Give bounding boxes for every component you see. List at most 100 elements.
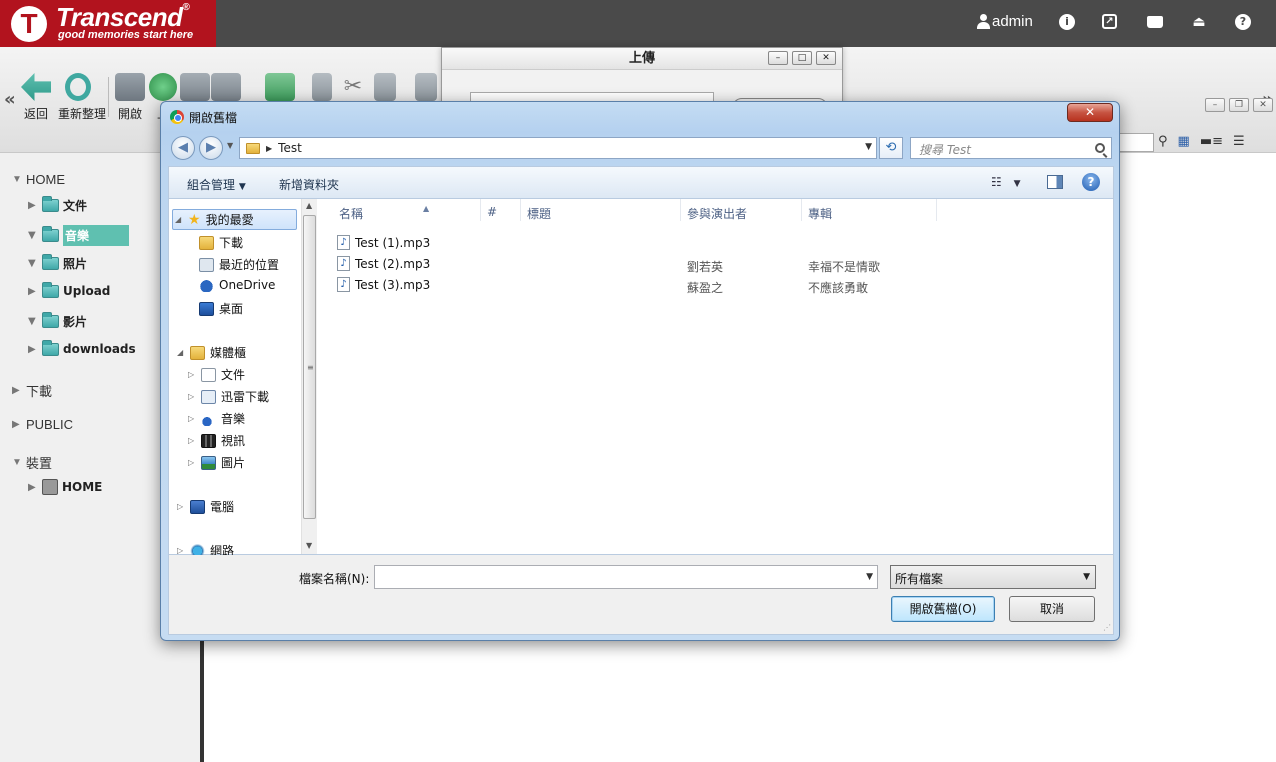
address-dropdown-icon[interactable]: ▼: [865, 142, 872, 152]
detail-view-icon[interactable]: ☰: [1233, 134, 1245, 149]
file-artist: 蘇盈之: [687, 281, 724, 295]
panel-restore-button[interactable]: ❐: [1229, 98, 1249, 112]
tree-section-devices[interactable]: ▼ 裝置: [12, 453, 52, 472]
breadcrumb-current[interactable]: Test: [278, 141, 302, 155]
breadcrumb-chevron-icon[interactable]: ▶: [266, 144, 272, 153]
address-bar[interactable]: ▶ Test ▼: [239, 137, 877, 159]
nav-lib-videos[interactable]: ▷ 視訊: [188, 432, 245, 449]
dialog-close-button[interactable]: ✕: [1067, 103, 1113, 122]
transcend-logo[interactable]: T Transcend® good memories start here: [0, 0, 216, 47]
column-separator[interactable]: [936, 199, 937, 221]
column-header-name[interactable]: 名稱 ▲: [339, 204, 429, 222]
column-header-artist[interactable]: 參與演出者: [687, 205, 747, 222]
search-input[interactable]: 搜尋 Test: [910, 137, 1112, 159]
scrollbar-thumb[interactable]: ≡: [303, 215, 316, 519]
tree-folder-downloads[interactable]: ▶ downloads: [28, 339, 136, 356]
cancel-button[interactable]: 取消: [1009, 596, 1095, 622]
column-header-title[interactable]: 標題: [527, 205, 551, 222]
panel-minimize-button[interactable]: –: [1205, 98, 1225, 112]
file-search-input[interactable]: [1118, 133, 1154, 152]
folder-icon: [246, 142, 260, 154]
share-button[interactable]: [206, 73, 246, 101]
audio-file-icon: ♪: [337, 235, 350, 250]
filename-dropdown-icon[interactable]: ▼: [866, 572, 873, 582]
preview-pane-icon[interactable]: [1047, 175, 1063, 189]
tree-folder-photos[interactable]: ▼ 照片: [28, 254, 87, 272]
column-separator[interactable]: [801, 199, 802, 221]
toolbar-scroll-left[interactable]: «: [4, 89, 16, 110]
filename-input[interactable]: ▼: [374, 565, 878, 589]
column-separator[interactable]: [680, 199, 681, 221]
back-button[interactable]: 返回: [16, 73, 56, 122]
collapsed-triangle-icon[interactable]: ▷: [188, 436, 196, 445]
open-button[interactable]: 開啟舊檔(O): [891, 596, 995, 622]
open-file-dialog: 開啟舊檔 ✕ ◀ ▶ ▼ ▶ Test ▼ ⟲ 搜尋 Test 組合管理 ▼ 新…: [160, 101, 1120, 641]
upload-minimize-button[interactable]: –: [768, 51, 788, 65]
organize-menu-button[interactable]: 組合管理 ▼: [187, 176, 246, 193]
collapsed-triangle-icon[interactable]: ▷: [188, 392, 196, 401]
tree-folder-upload[interactable]: ▶ Upload: [28, 281, 110, 298]
column-separator[interactable]: [480, 199, 481, 221]
history-dropdown-icon[interactable]: ▼: [227, 141, 233, 150]
nav-computer[interactable]: ▷ 電腦: [177, 498, 234, 515]
file-type-select[interactable]: 所有檔案 ▼: [890, 565, 1096, 589]
nav-recent-places[interactable]: 最近的位置: [199, 256, 279, 273]
new-folder-button[interactable]: 新增資料夾: [279, 176, 339, 193]
list-view-icon[interactable]: ▬≡: [1200, 134, 1223, 149]
file-row[interactable]: ♪ Test (2).mp3: [337, 256, 430, 271]
file-row[interactable]: ♪ Test (3).mp3: [337, 277, 430, 292]
upload-maximize-button[interactable]: □: [792, 51, 812, 65]
refresh-address-button[interactable]: ⟲: [879, 137, 903, 159]
file-row[interactable]: ♪ Test (1).mp3: [337, 235, 430, 250]
tree-device-home[interactable]: ▶ HOME: [28, 479, 102, 495]
tree-folder-documents[interactable]: ▶ 文件: [28, 196, 87, 214]
user-menu[interactable]: admin: [977, 13, 1033, 30]
change-view-button[interactable]: ☷ ▼: [991, 175, 1021, 189]
drive-icon[interactable]: [1147, 16, 1163, 28]
back-nav-button[interactable]: ◀: [171, 136, 195, 160]
tree-section-downloads[interactable]: ▶ 下載: [12, 381, 52, 400]
collapsed-triangle-icon[interactable]: ▷: [188, 458, 196, 467]
nav-desktop[interactable]: 桌面: [199, 300, 243, 317]
resize-grip-icon[interactable]: ⋰: [1103, 623, 1111, 632]
collapsed-triangle-icon[interactable]: ▷: [177, 546, 185, 555]
nav-onedrive[interactable]: OneDrive: [199, 278, 275, 292]
collapsed-triangle-icon[interactable]: ▷: [188, 414, 196, 423]
eject-icon[interactable]: ⏏: [1191, 14, 1207, 30]
panel-close-button[interactable]: ✕: [1253, 98, 1273, 112]
new-folder-button[interactable]: [260, 73, 300, 101]
grid-view-icon[interactable]: ▦: [1178, 134, 1190, 149]
upload-close-button[interactable]: ✕: [816, 51, 836, 65]
expanded-triangle-icon[interactable]: ◢: [175, 215, 183, 224]
tree-folder-videos[interactable]: ▼ 影片: [28, 312, 87, 330]
nav-pane-scrollbar[interactable]: ▲ ≡ ▼: [301, 199, 317, 554]
nav-lib-documents[interactable]: ▷ 文件: [188, 366, 245, 383]
tree-section-home[interactable]: ▼ HOME: [12, 172, 65, 187]
scroll-up-icon[interactable]: ▲: [306, 201, 312, 210]
info-icon[interactable]: i: [1059, 14, 1075, 30]
nav-libraries[interactable]: ◢ 媒體櫃: [177, 344, 246, 361]
expanded-triangle-icon[interactable]: ◢: [177, 348, 185, 357]
refresh-button[interactable]: 重新整理: [58, 73, 106, 122]
external-link-icon[interactable]: ↗: [1102, 14, 1117, 29]
help-icon[interactable]: ?: [1082, 173, 1100, 191]
tree-section-public[interactable]: ▶ PUBLIC: [12, 417, 73, 432]
nav-lib-thunder-downloads[interactable]: ▷ 迅雷下載: [188, 388, 269, 405]
nav-lib-pictures[interactable]: ▷ 圖片: [188, 454, 245, 471]
nav-downloads[interactable]: 下載: [199, 234, 243, 251]
collapsed-triangle-icon[interactable]: ▷: [177, 502, 185, 511]
paste-button[interactable]: [365, 73, 405, 101]
nav-lib-music[interactable]: ▷ 音樂: [188, 410, 245, 427]
column-separator[interactable]: [520, 199, 521, 221]
scroll-down-icon[interactable]: ▼: [306, 541, 312, 550]
search-icon[interactable]: ⚲: [1158, 134, 1168, 149]
forward-nav-button[interactable]: ▶: [199, 136, 223, 160]
tree-folder-music[interactable]: ▼ 音樂: [28, 225, 130, 246]
rename-button[interactable]: [406, 73, 446, 101]
column-header-album[interactable]: 專輯: [808, 205, 832, 222]
column-header-number[interactable]: #: [487, 205, 497, 219]
collapsed-triangle-icon[interactable]: ▷: [188, 370, 196, 379]
nav-favorites[interactable]: ◢ ★ 我的最愛: [172, 209, 297, 230]
search-icon[interactable]: [1095, 143, 1105, 153]
help-icon[interactable]: ?: [1235, 14, 1251, 30]
